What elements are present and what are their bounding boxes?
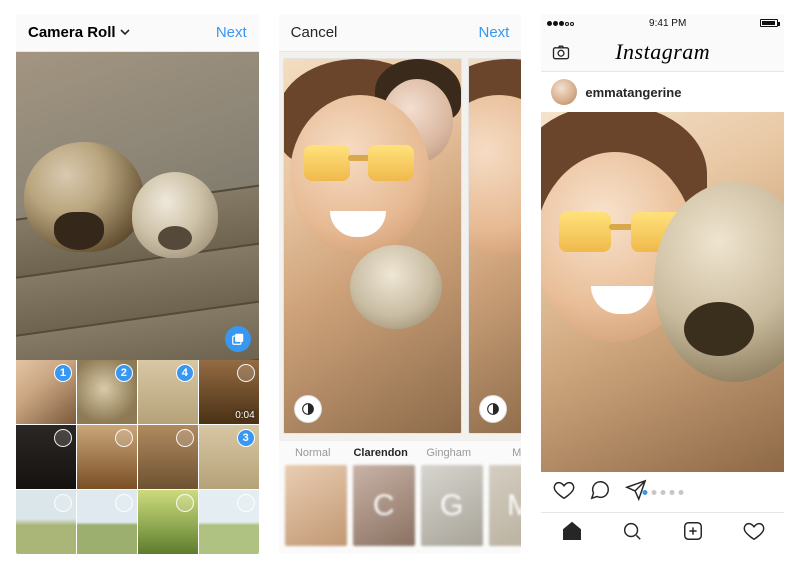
screen-photo-picker: Camera Roll Next 1 2 4 0:04 3 — [16, 14, 259, 554]
thumb-9[interactable] — [16, 490, 76, 554]
filter-names: Normal Clarendon Gingham M — [279, 441, 522, 465]
tab-activity[interactable] — [743, 520, 765, 547]
thumb-5[interactable] — [16, 425, 76, 489]
picker-navbar: Camera Roll Next — [16, 14, 259, 52]
filter-moon[interactable]: M — [489, 465, 522, 546]
selection-badge-open — [237, 364, 255, 382]
filter-name-clarendon: Clarendon — [347, 447, 415, 459]
selection-badge: 3 — [237, 429, 255, 447]
album-selector[interactable]: Camera Roll — [28, 24, 130, 41]
filter-clarendon[interactable]: C — [353, 465, 415, 546]
filter-name-gingham: Gingham — [415, 447, 483, 459]
selection-badge: 4 — [176, 364, 194, 382]
editor-carousel[interactable] — [279, 52, 522, 440]
thumb-8[interactable]: 3 — [199, 425, 259, 489]
thumb-12[interactable] — [199, 490, 259, 554]
picker-preview[interactable] — [16, 52, 259, 360]
thumb-7[interactable] — [138, 425, 198, 489]
post-header: emmatangerine — [541, 72, 784, 112]
status-bar: 9:41 PM — [541, 14, 784, 32]
editor-navbar: Cancel Next — [279, 14, 522, 52]
carousel-item-2[interactable] — [468, 58, 521, 434]
post-image[interactable] — [541, 112, 784, 472]
preview-subject-dog-large — [24, 142, 144, 252]
thumb-6[interactable] — [77, 425, 137, 489]
cancel-button[interactable]: Cancel — [291, 24, 338, 41]
next-button[interactable]: Next — [479, 24, 510, 41]
selection-badge-open — [237, 494, 255, 512]
post-actions — [541, 472, 784, 512]
selection-badge-open — [54, 494, 72, 512]
selection-badge: 1 — [54, 364, 72, 382]
camera-icon[interactable] — [551, 42, 571, 67]
avatar[interactable] — [551, 79, 577, 105]
app-header: Instagram — [541, 32, 784, 72]
photo-grid: 1 2 4 0:04 3 — [16, 360, 259, 554]
battery-icon — [760, 19, 778, 27]
selection-badge-open — [176, 494, 194, 512]
filter-strip: Normal Clarendon Gingham M C G M — [279, 440, 522, 554]
tab-bar — [541, 512, 784, 554]
next-button[interactable]: Next — [216, 24, 247, 41]
thumb-1[interactable]: 1 — [16, 360, 76, 424]
thumb-3[interactable]: 4 — [138, 360, 198, 424]
filter-thumbs: C G M — [279, 465, 522, 554]
carousel-item-1[interactable] — [283, 58, 463, 434]
app-title: Instagram — [615, 39, 710, 65]
carousel-pager — [642, 490, 683, 495]
subject-puppy — [350, 245, 442, 329]
tab-new-post[interactable] — [682, 520, 704, 547]
selection-badge-open — [176, 429, 194, 447]
like-icon[interactable] — [553, 479, 575, 506]
filter-gingham[interactable]: G — [421, 465, 483, 546]
comment-icon[interactable] — [589, 479, 611, 506]
video-duration: 0:04 — [235, 410, 254, 421]
signal-icon — [547, 18, 575, 29]
chevron-down-icon — [120, 24, 130, 41]
screen-feed: 9:41 PM Instagram emmatangerine — [541, 14, 784, 554]
selection-badge: 2 — [115, 364, 133, 382]
tab-search[interactable] — [621, 520, 643, 547]
sunglasses-icon — [304, 145, 414, 183]
screen-filter-editor: Cancel Next Normal Cla — [279, 14, 522, 554]
thumb-4[interactable]: 0:04 — [199, 360, 259, 424]
preview-subject-dog-small — [132, 172, 218, 258]
status-time: 9:41 PM — [649, 18, 686, 29]
album-selector-label: Camera Roll — [28, 24, 116, 41]
thumb-10[interactable] — [77, 490, 137, 554]
selection-badge-open — [115, 429, 133, 447]
lux-button[interactable] — [294, 395, 322, 423]
filter-name-truncated: M — [483, 447, 522, 459]
selection-badge-open — [54, 429, 72, 447]
select-multiple-button[interactable] — [225, 326, 251, 352]
username[interactable]: emmatangerine — [585, 85, 681, 100]
filter-normal[interactable] — [285, 465, 347, 546]
filter-name-normal: Normal — [279, 447, 347, 459]
thumb-2[interactable]: 2 — [77, 360, 137, 424]
tab-home[interactable] — [561, 520, 583, 547]
lux-button[interactable] — [479, 395, 507, 423]
thumb-11[interactable] — [138, 490, 198, 554]
selection-badge-open — [115, 494, 133, 512]
